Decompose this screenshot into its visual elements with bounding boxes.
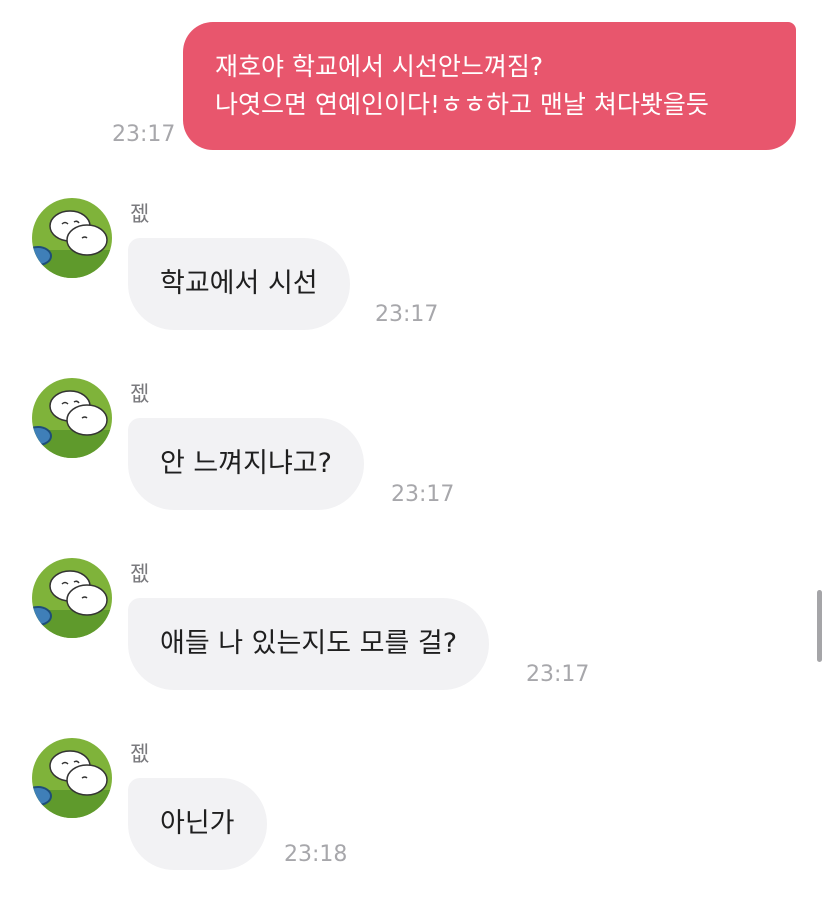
- sender-name: 젮: [130, 382, 150, 406]
- message-timestamp: 23:17: [526, 662, 590, 687]
- sender-name: 젮: [130, 742, 150, 766]
- cartoon-character-avatar-icon: [32, 558, 112, 638]
- message-timestamp: 23:17: [375, 302, 439, 327]
- cartoon-character-avatar-icon: [32, 198, 112, 278]
- scrollbar-thumb[interactable]: [817, 590, 822, 662]
- incoming-message-bubble[interactable]: 아닌가: [128, 778, 267, 870]
- message-timestamp: 23:17: [391, 482, 455, 507]
- incoming-message-bubble[interactable]: 안 느껴지냐고?: [128, 418, 364, 510]
- message-timestamp: 23:18: [284, 842, 348, 867]
- sender-avatar[interactable]: [32, 558, 112, 638]
- chat-thread[interactable]: 23:17 재호야 학교에서 시선안느껴짐? 나엿으면 연예인이다!ㅎㅎ하고 맨…: [0, 0, 828, 899]
- sender-avatar[interactable]: [32, 738, 112, 818]
- sender-name: 젮: [130, 562, 150, 586]
- sender-avatar[interactable]: [32, 198, 112, 278]
- message-timestamp: 23:17: [112, 122, 176, 147]
- cartoon-character-avatar-icon: [32, 378, 112, 458]
- outgoing-message-bubble[interactable]: 재호야 학교에서 시선안느껴짐? 나엿으면 연예인이다!ㅎㅎ하고 맨날 쳐다봣을…: [183, 22, 796, 150]
- message-text-line: 재호야 학교에서 시선안느껴짐?: [215, 52, 544, 81]
- sender-avatar[interactable]: [32, 378, 112, 458]
- incoming-message-bubble[interactable]: 학교에서 시선: [128, 238, 350, 330]
- sender-name: 젮: [130, 202, 150, 226]
- incoming-message-bubble[interactable]: 애들 나 있는지도 모를 걸?: [128, 598, 490, 690]
- cartoon-character-avatar-icon: [32, 738, 112, 818]
- message-text-line: 나엿으면 연예인이다!ㅎㅎ하고 맨날 쳐다봣을듯: [215, 90, 709, 119]
